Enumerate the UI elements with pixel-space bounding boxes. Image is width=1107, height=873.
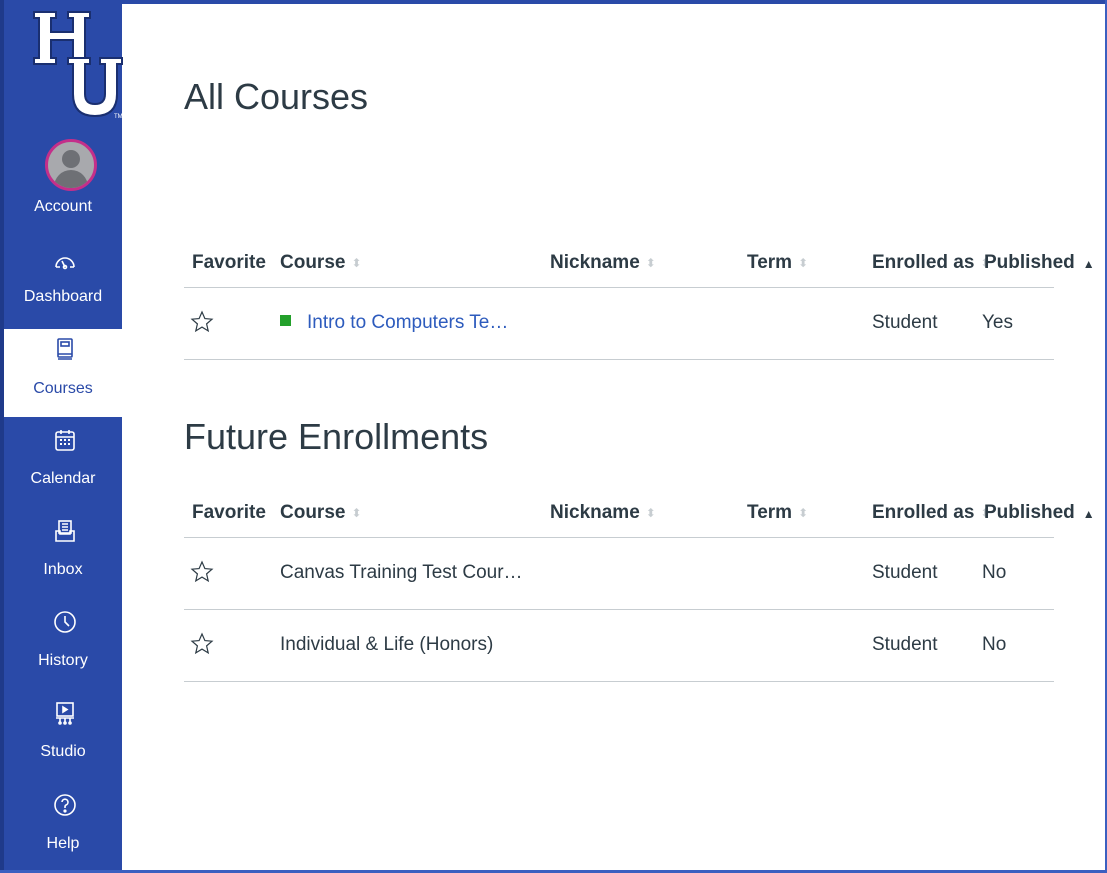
hu-logo[interactable]: TM: [30, 8, 126, 120]
course-name: Individual & Life (Honors): [280, 634, 494, 655]
nav-item-courses[interactable]: Courses: [4, 329, 122, 417]
account-avatar[interactable]: [45, 139, 97, 191]
studio-screen-icon: [56, 702, 74, 725]
table-header: Favorite Course ⬍ Nickname ⬍ Term ⬍ Enrolle…: [184, 244, 1095, 288]
course-name: Canvas Training Test Cour…: [280, 562, 523, 583]
sort-ascending-icon: ▲: [1082, 507, 1095, 521]
sort-icon: ⬍: [351, 255, 362, 270]
favorite-star-icon[interactable]: [190, 310, 214, 334]
nav-label-calendar: Calendar: [30, 470, 96, 487]
courses-book-icon: [57, 338, 73, 360]
inbox-icon: [55, 520, 75, 542]
published-cell: Yes: [982, 312, 1013, 333]
global-nav-sidebar: TM Account Dashboard Courses Calendar In…: [0, 0, 123, 873]
column-header-course[interactable]: Course ⬍: [280, 502, 362, 524]
calendar-icon: [55, 430, 75, 451]
all-courses-table: Favorite Course ⬍ Nickname ⬍ Term ⬍ Enrolle…: [184, 244, 1095, 360]
published-cell: No: [982, 634, 1007, 655]
sort-icon: ⬍: [645, 505, 656, 520]
future-enrollments-heading: Future Enrollments: [184, 416, 489, 457]
published-cell: No: [982, 562, 1007, 583]
favorite-star-icon[interactable]: [190, 632, 214, 656]
enrolled-as-cell: Student: [872, 562, 938, 583]
column-header-nickname[interactable]: Nickname ⬍: [550, 502, 656, 524]
sort-icon: ⬍: [645, 255, 656, 270]
column-header-course[interactable]: Course ⬍: [280, 252, 362, 274]
column-header-term[interactable]: Term ⬍: [747, 502, 808, 524]
column-header-published[interactable]: Published ▲: [984, 502, 1095, 524]
future-enrollments-table: Favorite Course ⬍ Nickname ⬍ Term ⬍ Enrolle…: [184, 494, 1095, 682]
nav-label-help: Help: [46, 835, 80, 852]
sort-icon: ⬍: [798, 255, 809, 270]
column-header-enrolled-as[interactable]: Enrolled as ⬍: [872, 502, 990, 524]
nav-label-account: Account: [34, 198, 92, 215]
sort-icon: ⬍: [798, 505, 809, 520]
table-row: Canvas Training Test Cour… Student No: [184, 538, 1054, 610]
nav-label-courses: Courses: [33, 380, 93, 397]
nav-item-help[interactable]: Help: [4, 785, 122, 865]
avatar-shoulders-shape: [54, 170, 88, 188]
table-row: Individual & Life (Honors) Student No: [184, 610, 1054, 682]
nav-label-studio: Studio: [40, 743, 86, 760]
all-courses-heading: All Courses: [184, 76, 369, 117]
course-color-swatch: [280, 315, 291, 327]
course-link[interactable]: Intro to Computers Te…: [280, 312, 508, 334]
favorite-star-icon[interactable]: [190, 560, 214, 584]
nav-item-inbox[interactable]: Inbox: [4, 511, 122, 591]
column-header-enrolled-as[interactable]: Enrolled as ⬍: [872, 252, 990, 274]
nav-item-calendar[interactable]: Calendar: [4, 420, 122, 500]
nav-label-history: History: [38, 652, 88, 669]
help-question-icon: [54, 794, 76, 816]
history-clock-icon: [54, 611, 76, 633]
nav-label-inbox: Inbox: [43, 561, 83, 578]
sort-icon: ⬍: [351, 505, 362, 520]
column-header-published[interactable]: Published ▲: [984, 252, 1095, 274]
main-content: All Courses Favorite Course ⬍ Nickname ⬍ T…: [122, 4, 1105, 870]
sort-ascending-icon: ▲: [1082, 257, 1095, 271]
column-header-favorite: Favorite: [192, 502, 266, 523]
nav-item-account[interactable]: Account: [4, 190, 122, 226]
dashboard-gauge-icon: [55, 257, 75, 270]
nav-item-studio[interactable]: Studio: [4, 693, 122, 773]
enrolled-as-cell: Student: [872, 634, 938, 655]
table-row: Intro to Computers Te… Student Yes: [184, 288, 1054, 360]
enrolled-as-cell: Student: [872, 312, 938, 333]
column-header-nickname[interactable]: Nickname ⬍: [550, 252, 656, 274]
nav-label-dashboard: Dashboard: [23, 288, 103, 305]
nav-item-dashboard[interactable]: Dashboard: [4, 238, 122, 318]
avatar-head-shape: [62, 150, 80, 168]
table-header: Favorite Course ⬍ Nickname ⬍ Term ⬍ Enrolle…: [184, 494, 1095, 538]
nav-item-history[interactable]: History: [4, 602, 122, 682]
column-header-term[interactable]: Term ⬍: [747, 252, 808, 274]
column-header-favorite: Favorite: [192, 252, 266, 273]
